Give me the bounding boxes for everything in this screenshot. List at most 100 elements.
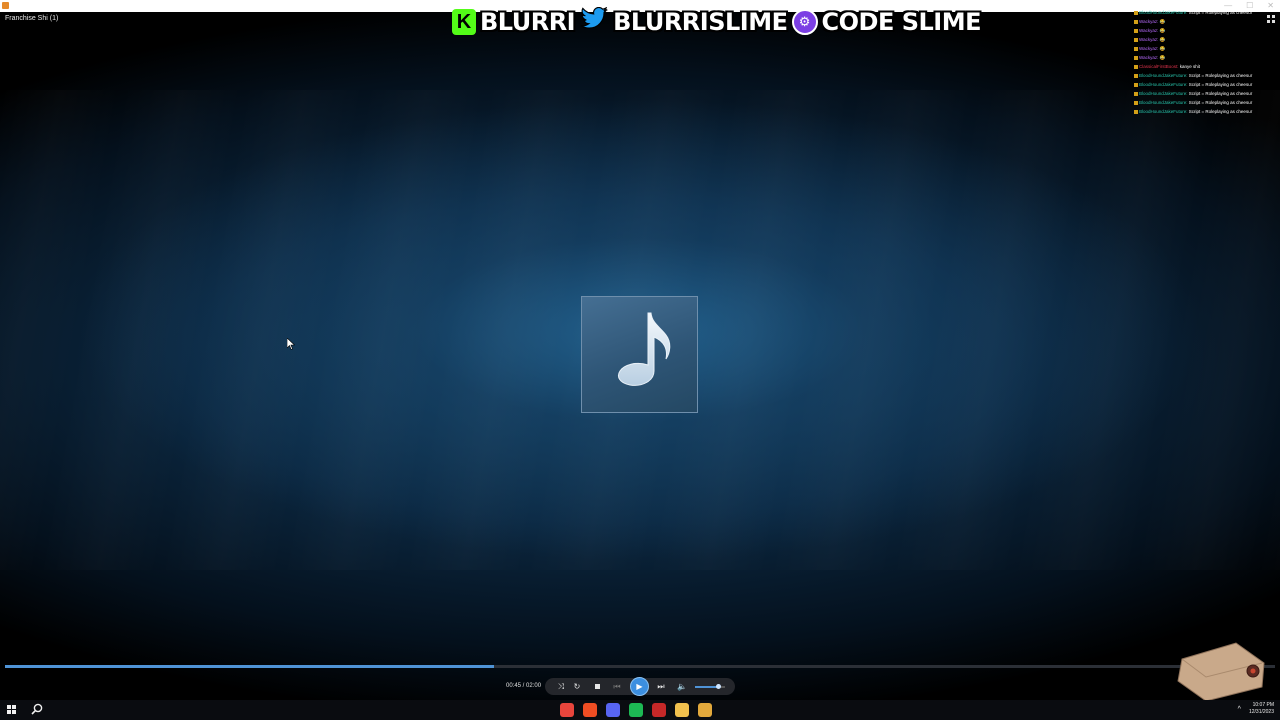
chat-badge-icon bbox=[1134, 55, 1138, 60]
chat-badge-icon bbox=[1134, 28, 1138, 33]
chat-text: 😂 bbox=[1159, 46, 1166, 51]
fullscreen-icon[interactable] bbox=[1267, 15, 1275, 23]
chat-message: Wackyaz: 😂 bbox=[1134, 17, 1274, 26]
chat-badge-icon bbox=[1134, 82, 1138, 87]
chat-badge-icon bbox=[1134, 91, 1138, 96]
chat-badge-icon bbox=[1134, 37, 1138, 42]
taskbar-apps bbox=[560, 703, 712, 717]
chat-text: Script = Roleplaying as cheesur bbox=[1188, 10, 1253, 15]
previous-button[interactable]: ⏮ bbox=[609, 678, 625, 695]
chat-badge-icon bbox=[1134, 64, 1138, 69]
chat-message: BloodHoundJakeFuture: Script = Roleplayi… bbox=[1134, 71, 1274, 80]
chat-text: Script = Roleplaying as cheesur bbox=[1188, 82, 1253, 87]
chat-username: Wackyaz: bbox=[1139, 28, 1160, 33]
chat-badge-icon bbox=[1134, 109, 1138, 114]
chat-username: ClassicalFirstBoost: bbox=[1139, 64, 1180, 69]
chat-badge-icon bbox=[1134, 73, 1138, 78]
previous-icon: ⏮ bbox=[613, 681, 621, 691]
chat-text: Script = Roleplaying as cheesur bbox=[1188, 91, 1253, 96]
time-display: 00:45 / 02:00 bbox=[506, 683, 542, 689]
play-icon: ▶ bbox=[636, 682, 643, 691]
taskbar: ^ 10:07 PM 12/31/2023 bbox=[0, 700, 1280, 720]
chat-badge-icon bbox=[1134, 100, 1138, 105]
seek-bar[interactable] bbox=[5, 665, 1275, 668]
chat-username: Wackyaz: bbox=[1139, 37, 1160, 42]
shuffle-icon: ⤨ bbox=[557, 681, 565, 691]
mouse-cursor-icon bbox=[286, 337, 296, 355]
chat-message: ClassicalFirstBoost: kanye shit bbox=[1134, 62, 1274, 71]
code-badge-icon: ⚙ bbox=[791, 9, 818, 35]
chat-overlay: BloodHoundJakeFuture: Script = Roleplayi… bbox=[1134, 8, 1274, 116]
repeat-icon: ↻ bbox=[573, 682, 581, 691]
creator-code: CODE SLIME bbox=[821, 8, 982, 36]
search-icon[interactable] bbox=[31, 703, 43, 718]
chat-text: 😂 bbox=[1159, 55, 1166, 60]
shuffle-button[interactable]: ⤨ bbox=[555, 678, 567, 695]
seek-bar-progress bbox=[5, 665, 494, 668]
track-title: Franchise Shi (1) bbox=[5, 15, 59, 22]
media-player-icon[interactable] bbox=[698, 703, 712, 717]
app-icon bbox=[2, 2, 9, 9]
chat-username: Wackyaz: bbox=[1139, 46, 1160, 51]
taskbar-clock[interactable]: 10:07 PM 12/31/2023 bbox=[1249, 702, 1274, 716]
chat-message: BloodHoundJakeFuture: Script = Roleplayi… bbox=[1134, 98, 1274, 107]
music-note-icon bbox=[617, 312, 671, 386]
chat-username: Wackyaz: bbox=[1139, 55, 1160, 60]
chat-text: Script = Roleplaying as cheesur bbox=[1188, 73, 1253, 78]
chat-badge-icon bbox=[1134, 10, 1138, 15]
playback-controls: ⤨ ↻ ⏮ ▶ ⏭ 🔈 bbox=[545, 677, 735, 696]
chat-badge-icon bbox=[1134, 19, 1138, 24]
chat-message: BloodHoundJakeFuture: Script = Roleplayi… bbox=[1134, 80, 1274, 89]
chat-app-icon[interactable] bbox=[606, 703, 620, 717]
chat-text: 😂 bbox=[1159, 37, 1166, 42]
album-art-placeholder bbox=[581, 296, 698, 413]
chat-username: Wackyaz: bbox=[1139, 19, 1160, 24]
next-button[interactable]: ⏭ bbox=[653, 678, 669, 695]
webcam-overlay-image bbox=[1176, 641, 1268, 703]
windows-start-icon[interactable] bbox=[7, 705, 16, 714]
chat-text: kanye shit bbox=[1179, 64, 1201, 69]
next-icon: ⏭ bbox=[657, 681, 665, 691]
chat-message: BloodHoundJakeFuture: Script = Roleplayi… bbox=[1134, 89, 1274, 98]
clock-date: 12/31/2023 bbox=[1248, 709, 1274, 715]
stop-button[interactable] bbox=[591, 678, 603, 695]
chat-message: Wackyaz: 😂 bbox=[1134, 53, 1274, 62]
chat-username: BloodHoundJakeFuture: bbox=[1139, 100, 1189, 105]
chat-message: BloodHoundJakeFuture: Script = Roleplayi… bbox=[1134, 107, 1274, 116]
chat-message: Wackyaz: 😂 bbox=[1134, 26, 1274, 35]
volume-handle[interactable] bbox=[715, 684, 721, 689]
spotify-icon[interactable] bbox=[629, 703, 643, 717]
clock-time: 10:07 PM bbox=[1252, 702, 1274, 708]
chat-text: 😂 bbox=[1159, 19, 1166, 24]
chat-badge-icon bbox=[1134, 46, 1138, 51]
chrome-icon[interactable] bbox=[560, 703, 574, 717]
chat-username: BloodHoundJakeFuture: bbox=[1139, 109, 1189, 114]
mute-button[interactable]: 🔈 bbox=[675, 678, 689, 695]
brave-icon[interactable] bbox=[583, 703, 597, 717]
chat-text: Script = Roleplaying as cheesur bbox=[1188, 100, 1253, 105]
kick-name: BLURRI bbox=[480, 8, 576, 36]
chat-message: Wackyaz: 😂 bbox=[1134, 35, 1274, 44]
twitter-bird-icon bbox=[579, 6, 609, 37]
record-app-icon[interactable] bbox=[652, 703, 666, 717]
chat-username: BloodHoundJakeFuture: bbox=[1139, 73, 1189, 78]
stop-icon bbox=[594, 684, 600, 689]
stream-banner: K BLURRI BLURRISLIME ⚙ CODE SLIME bbox=[452, 6, 982, 38]
system-tray: ^ 10:07 PM 12/31/2023 bbox=[1238, 702, 1274, 716]
media-player-window: — ☐ ✕ Franchise Shi (1) K BLURRI BLURRIS… bbox=[0, 0, 1280, 720]
file-explorer-icon[interactable] bbox=[675, 703, 689, 717]
repeat-button[interactable]: ↻ bbox=[571, 678, 583, 695]
volume-level bbox=[695, 686, 718, 688]
chat-username: BloodHoundJakeFuture: bbox=[1139, 10, 1189, 15]
tray-chevron-up-icon[interactable]: ^ bbox=[1238, 706, 1241, 713]
chat-text: 😂 bbox=[1159, 28, 1166, 33]
chat-text: Script = Roleplaying as cheesur bbox=[1188, 109, 1253, 114]
volume-icon: 🔈 bbox=[677, 682, 687, 691]
kick-logo-icon: K bbox=[452, 9, 476, 35]
volume-slider[interactable] bbox=[695, 684, 725, 689]
chat-username: BloodHoundJakeFuture: bbox=[1139, 82, 1189, 87]
play-button[interactable]: ▶ bbox=[630, 677, 649, 696]
chat-username: BloodHoundJakeFuture: bbox=[1139, 91, 1189, 96]
chat-message: Wackyaz: 😂 bbox=[1134, 44, 1274, 53]
chat-message: BloodHoundJakeFuture: Script = Roleplayi… bbox=[1134, 8, 1274, 17]
